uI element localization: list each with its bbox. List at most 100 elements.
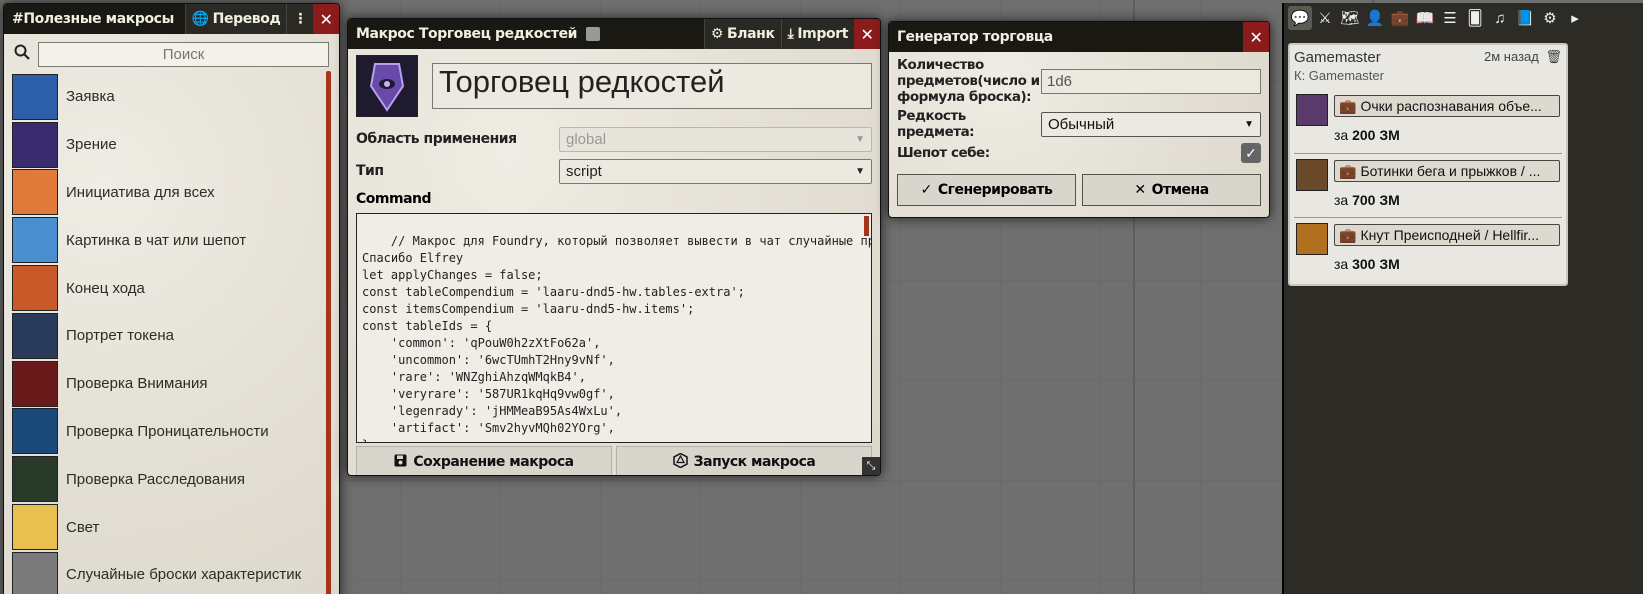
suitcase-icon: 💼	[1339, 226, 1357, 243]
item-link[interactable]: 💼 Кнут Преисподней / Hellfir...	[1334, 224, 1560, 246]
close-icon: ✕	[860, 24, 874, 44]
type-row: Тип script ▼	[348, 155, 880, 187]
import-label: Import	[797, 26, 848, 42]
price-value: 200 ЗМ	[1352, 127, 1400, 143]
generate-button[interactable]: ✓ Сгенерировать	[897, 174, 1076, 206]
close-button[interactable]: ✕	[313, 4, 339, 34]
playlists-icon[interactable]: ♫	[1488, 6, 1512, 30]
macro-image[interactable]	[356, 55, 418, 117]
tables-icon[interactable]: ☰	[1438, 6, 1462, 30]
scope-select[interactable]: global ▼	[559, 126, 872, 152]
macro-list-item[interactable]: Случайные броски характеристик	[12, 551, 339, 594]
sidebar: 💬 ⚔ 🗺 👤 💼 📖 ☰ 🂠 ♫ 📘 ⚙ ▸ Gamemaster 2м назад 🗑 К: Ga…	[1282, 3, 1643, 594]
macro-list-item[interactable]: Инициатива для всех	[12, 169, 339, 217]
envelope-icon	[12, 217, 58, 264]
close-button[interactable]: ✕	[854, 19, 880, 49]
window-header[interactable]: Генератор торговца ✕	[889, 22, 1269, 52]
save-macro-label: Сохранение макроса	[413, 454, 574, 470]
menu-button[interactable]: ⋮	[286, 4, 313, 34]
close-button[interactable]: ✕	[1243, 22, 1269, 52]
item-price: за 300 ЗМ	[1334, 256, 1400, 272]
scope-label: Область применения	[356, 131, 517, 147]
chat-icon[interactable]: 💬	[1288, 6, 1312, 30]
window-header[interactable]: #Полезные макросы 🌐 Перевод ⋮ ✕	[4, 4, 339, 34]
chat-speaker: Gamemaster	[1294, 49, 1381, 66]
blank-button[interactable]: ⚙ Бланк	[703, 19, 781, 49]
command-textarea[interactable]: // Макрос для Foundry, который позволяет…	[356, 213, 872, 443]
lantern-icon	[12, 504, 58, 551]
whisper-checkbox[interactable]: ✓	[1241, 143, 1261, 163]
execute-macro-button[interactable]: Запуск макроса	[616, 446, 872, 475]
settings-icon[interactable]: ⚙	[1538, 6, 1562, 30]
macro-list-item-label: Заявка	[66, 88, 115, 106]
macro-list-item[interactable]: Проверка Внимания	[12, 360, 339, 408]
scrollbar-thumb[interactable]	[326, 71, 331, 594]
translate-button[interactable]: 🌐 Перевод	[184, 4, 287, 34]
suitcase-icon: 💼	[1339, 162, 1357, 179]
combat-icon[interactable]: ⚔	[1313, 6, 1337, 30]
macro-footer: Сохранение макроса Запуск макроса	[348, 443, 880, 475]
search-icon	[14, 44, 30, 65]
trader-generator-dialog: Генератор торговца ✕ Количество предмето…	[888, 21, 1270, 218]
id-card-icon[interactable]	[585, 27, 600, 41]
type-value: script	[566, 162, 602, 180]
chat-timestamp: 2м назад 🗑	[1484, 49, 1562, 66]
trash-icon[interactable]: 🗑	[1545, 49, 1562, 64]
macro-list-item[interactable]: Портрет токена	[12, 312, 339, 360]
globe-icon: 🌐	[191, 11, 209, 27]
item-link[interactable]: 💼 Очки распознавания объе...	[1334, 95, 1560, 117]
whisper-row: Шепот себе: ✓	[889, 138, 1269, 168]
rarity-value: Обычный	[1048, 115, 1115, 133]
macro-list-item-label: Картинка в чат или шепот	[66, 231, 247, 249]
item-image	[1296, 94, 1328, 126]
scope-row: Область применения global ▼	[348, 123, 880, 155]
brain-head-icon	[12, 408, 58, 455]
rarity-label: Редкость предмета:	[897, 108, 975, 140]
macro-list-item-label: Портрет токена	[66, 327, 174, 345]
macro-name-input[interactable]: Торговец редкостей	[432, 63, 872, 109]
macro-list-item[interactable]: Проверка Проницательности	[12, 408, 339, 456]
price-prefix: за	[1334, 256, 1349, 272]
type-select[interactable]: script ▼	[559, 158, 872, 184]
macro-list-item[interactable]: Заявка	[12, 73, 339, 121]
type-label: Тип	[356, 163, 384, 179]
price-value: 300 ЗМ	[1352, 256, 1400, 272]
crossed-swords-icon	[12, 265, 58, 312]
scrollbar-thumb[interactable]	[864, 216, 869, 236]
macro-list-item[interactable]: Конец хода	[12, 264, 339, 312]
macro-list-item[interactable]: Картинка в чат или шепот	[12, 216, 339, 264]
macro-list: Заявка Зрение Инициатива для всех Картинка …	[4, 73, 339, 594]
cancel-button[interactable]: ✕ Отмена	[1082, 174, 1261, 206]
item-name: Ботинки бега и прыжков / ...	[1360, 163, 1541, 179]
d20-icon	[672, 452, 688, 472]
gear-icon: ⚙	[710, 26, 724, 42]
generate-label: Сгенерировать	[937, 182, 1053, 198]
map-icon[interactable]: 🗺	[1338, 6, 1362, 30]
actors-icon[interactable]: 👤	[1363, 6, 1387, 30]
import-button[interactable]: ⤓ Import	[780, 19, 854, 49]
window-header[interactable]: Макрос Торговец редкостей ⚙ Бланк ⤓ Impo…	[348, 19, 880, 49]
item-name: Кнут Преисподней / Hellfir...	[1360, 227, 1539, 243]
items-icon[interactable]: 💼	[1388, 6, 1412, 30]
collapse-icon[interactable]: ▸	[1563, 6, 1587, 30]
cards-icon[interactable]: 🂠	[1463, 6, 1487, 30]
item-link[interactable]: 💼 Ботинки бега и прыжков / ...	[1334, 160, 1560, 182]
count-row: Количество предметов(число и формула бро…	[889, 52, 1269, 110]
count-input[interactable]: 1d6	[1041, 68, 1261, 94]
d20-icon	[12, 169, 58, 216]
cancel-label: Отмена	[1151, 182, 1210, 198]
item-price: за 700 ЗМ	[1334, 192, 1400, 208]
macro-config-window: Макрос Торговец редкостей ⚙ Бланк ⤓ Impo…	[347, 18, 881, 476]
journal-icon[interactable]: 📖	[1413, 6, 1437, 30]
macro-list-item[interactable]: Свет	[12, 503, 339, 551]
chat-time-text: 2м назад	[1484, 49, 1539, 64]
macro-list-item[interactable]: Зрение	[12, 121, 339, 169]
resize-handle-icon[interactable]: ⤡	[862, 457, 880, 475]
window-title: Генератор торговца	[897, 29, 1053, 45]
compendium-icon[interactable]: 📘	[1513, 6, 1537, 30]
rarity-select[interactable]: Обычный ▼	[1041, 111, 1261, 137]
save-macro-button[interactable]: Сохранение макроса	[356, 446, 612, 475]
macro-list-item[interactable]: Проверка Расследования	[12, 455, 339, 503]
search-input[interactable]	[38, 42, 329, 67]
chevron-down-icon: ▼	[855, 165, 865, 177]
